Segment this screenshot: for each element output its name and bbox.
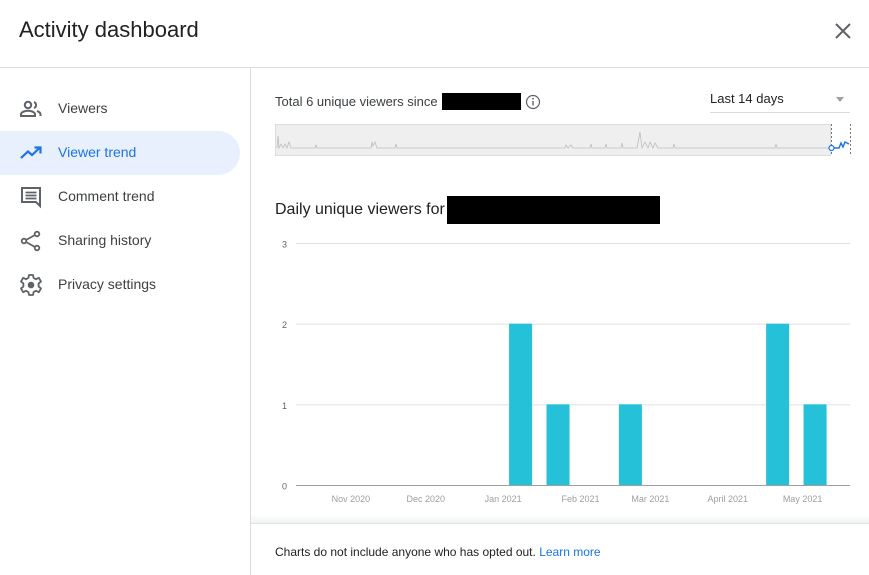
chart-title-prefix: Daily unique viewers for bbox=[275, 201, 445, 218]
dialog-header: Activity dashboard bbox=[0, 0, 869, 68]
overview-background bbox=[275, 124, 831, 156]
sidebar-item-label: Comment trend bbox=[58, 188, 155, 204]
chart-title: Daily unique viewers for bbox=[275, 196, 660, 224]
redacted-file-name bbox=[446, 196, 660, 224]
total-suffix: unique viewers since bbox=[313, 94, 438, 109]
y-tick-label: 1 bbox=[282, 401, 287, 411]
x-tick-label: April 2021 bbox=[707, 494, 748, 504]
date-range-select[interactable]: Last 14 days bbox=[710, 88, 850, 113]
sidebar-item-label: Privacy settings bbox=[58, 276, 157, 292]
redacted-date bbox=[441, 93, 521, 110]
bar bbox=[766, 323, 790, 485]
footer-note: Charts do not include anyone who has opt… bbox=[275, 545, 601, 559]
comment-icon bbox=[21, 187, 41, 209]
activity-dashboard-dialog: Activity dashboard Viewers Viewer trend bbox=[0, 0, 869, 575]
scroll-shadow bbox=[251, 514, 869, 524]
bar bbox=[509, 323, 533, 485]
x-tick-label: Dec 2020 bbox=[407, 494, 446, 504]
trending-up-icon bbox=[20, 146, 42, 159]
x-tick-label: Nov 2020 bbox=[332, 494, 371, 504]
bar bbox=[803, 404, 827, 485]
dropdown-arrow-icon bbox=[836, 97, 844, 102]
x-tick-label: Feb 2021 bbox=[561, 494, 599, 504]
y-tick-label: 3 bbox=[282, 240, 287, 250]
gear-icon bbox=[20, 274, 42, 296]
overview-timeline[interactable] bbox=[275, 124, 851, 156]
footer-text: Charts do not include anyone who has opt… bbox=[275, 545, 540, 559]
x-tick-label: May 2021 bbox=[783, 494, 823, 504]
sidebar-item-label: Viewers bbox=[58, 100, 108, 116]
people-icon bbox=[20, 100, 42, 117]
dialog-title: Activity dashboard bbox=[19, 17, 199, 42]
close-button[interactable] bbox=[832, 20, 854, 42]
info-icon[interactable] bbox=[525, 94, 541, 110]
daily-viewers-chart: 0 1 2 3 Nov 2020 Dec 2020 Jan 2021 Feb 2021 Mar … bbox=[282, 240, 850, 504]
sidebar-item-label: Sharing history bbox=[58, 232, 152, 248]
date-range-value: Last 14 days bbox=[710, 91, 784, 106]
total-prefix: Total bbox=[275, 94, 307, 109]
y-tick-label: 0 bbox=[282, 482, 287, 492]
x-tick-label: Mar 2021 bbox=[631, 494, 669, 504]
x-tick-label: Jan 2021 bbox=[485, 494, 522, 504]
bar bbox=[618, 404, 642, 485]
overview-selection bbox=[831, 124, 850, 156]
sidebar: Viewers Viewer trend Comment trend Shari… bbox=[0, 68, 251, 575]
share-icon bbox=[20, 230, 41, 252]
sidebar-item-label: Viewer trend bbox=[58, 144, 137, 160]
total-viewers-summary: Total 6 unique viewers since bbox=[275, 93, 541, 110]
sidebar-item-viewers[interactable]: Viewers bbox=[0, 87, 240, 131]
total-count: 6 bbox=[306, 94, 314, 109]
sidebar-item-privacy-settings[interactable]: Privacy settings bbox=[0, 263, 240, 307]
sidebar-item-sharing-history[interactable]: Sharing history bbox=[0, 219, 240, 263]
sidebar-item-comment-trend[interactable]: Comment trend bbox=[0, 175, 240, 219]
learn-more-link[interactable]: Learn more bbox=[539, 545, 600, 559]
sidebar-item-viewer-trend[interactable]: Viewer trend bbox=[0, 131, 240, 175]
bar bbox=[546, 404, 570, 485]
close-icon bbox=[835, 23, 851, 39]
y-tick-label: 2 bbox=[282, 320, 287, 330]
overview-handle-dot[interactable] bbox=[828, 144, 835, 152]
main-panel: Total 6 unique viewers since Last 14 day… bbox=[251, 68, 869, 575]
